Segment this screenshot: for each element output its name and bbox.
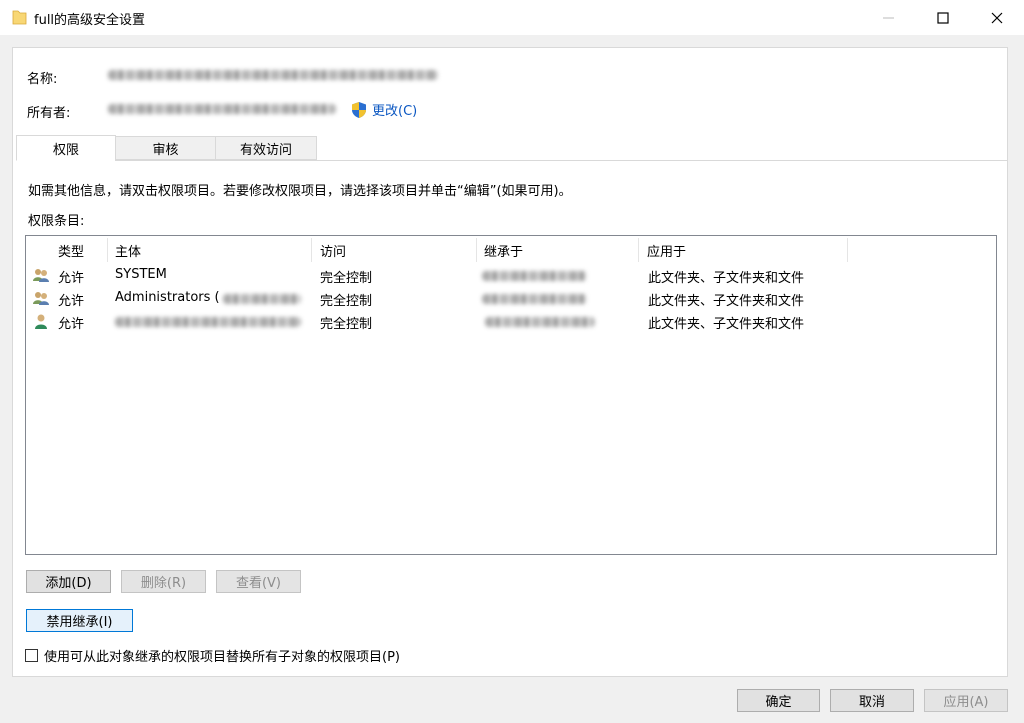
maximize-button[interactable] — [920, 0, 966, 35]
row-principal-blurred — [223, 294, 301, 304]
column-header-principal[interactable]: 主体 — [115, 238, 141, 262]
replace-child-permissions-option[interactable]: 使用可从此对象继承的权限项目替换所有子对象的权限项目(P) — [25, 646, 400, 665]
change-owner-link[interactable]: 更改(C) — [350, 100, 417, 119]
minimize-icon — [883, 17, 894, 18]
tab-divider — [115, 160, 1008, 161]
name-label: 名称: — [27, 72, 58, 87]
row-inherited-blurred — [482, 294, 587, 304]
ok-button[interactable]: 确定 — [737, 689, 820, 712]
replace-child-permissions-label: 使用可从此对象继承的权限项目替换所有子对象的权限项目(P) — [44, 650, 400, 665]
minimize-button[interactable] — [866, 0, 912, 35]
disable-inheritance-button[interactable]: 禁用继承(I) — [26, 609, 133, 632]
name-value-blurred — [108, 70, 438, 80]
replace-child-permissions-checkbox[interactable] — [25, 649, 38, 662]
row-inherited-blurred — [482, 271, 587, 281]
owner-value-blurred — [108, 104, 336, 114]
column-separator — [476, 238, 477, 262]
uac-shield-icon — [352, 101, 366, 118]
apply-button[interactable]: 应用(A) — [924, 689, 1008, 712]
permission-entries-list[interactable]: 类型 主体 访问 继承于 应用于 允许 SYSTEM 完全控制 此文件夹、子文件… — [25, 235, 997, 555]
row-applies-to: 此文件夹、子文件夹和文件 — [648, 294, 805, 309]
row-type: 允许 — [58, 271, 85, 286]
tab-auditing[interactable]: 审核 — [115, 136, 216, 160]
row-principal: Administrators ( — [115, 290, 220, 305]
table-row[interactable]: 允许 完全控制 此文件夹、子文件夹和文件 — [27, 310, 995, 333]
add-button[interactable]: 添加(D) — [26, 570, 111, 593]
close-button[interactable] — [974, 0, 1020, 35]
column-separator — [107, 238, 108, 262]
title-bar: full的高级安全设置 — [0, 0, 1024, 35]
column-header-applies-to[interactable]: 应用于 — [647, 238, 686, 262]
column-header-access[interactable]: 访问 — [320, 238, 346, 262]
group-users-icon — [33, 292, 49, 305]
change-owner-label: 更改(C) — [372, 104, 418, 119]
maximize-icon — [937, 11, 949, 24]
row-applies-to: 此文件夹、子文件夹和文件 — [648, 317, 805, 332]
folder-icon — [12, 10, 27, 25]
window-title: full的高级安全设置 — [34, 13, 146, 28]
row-access: 完全控制 — [320, 294, 373, 309]
row-principal-blurred — [115, 317, 301, 327]
row-applies-to: 此文件夹、子文件夹和文件 — [648, 271, 805, 286]
owner-label: 所有者: — [27, 106, 71, 121]
cancel-button[interactable]: 取消 — [830, 689, 914, 712]
column-separator — [311, 238, 312, 262]
tab-effective-access[interactable]: 有效访问 — [215, 136, 317, 160]
table-row[interactable]: 允许 Administrators ( 完全控制 此文件夹、子文件夹和文件 — [27, 287, 995, 310]
column-separator — [847, 238, 848, 262]
tab-permissions[interactable]: 权限 — [16, 135, 116, 161]
info-text: 如需其他信息，请双击权限项目。若要修改权限项目，请选择该项目并单击“编辑”(如果… — [28, 184, 572, 199]
entries-label: 权限条目: — [28, 214, 85, 229]
row-type: 允许 — [58, 317, 85, 332]
table-row[interactable]: 允许 SYSTEM 完全控制 此文件夹、子文件夹和文件 — [27, 264, 995, 287]
column-header-inherited-from[interactable]: 继承于 — [484, 238, 523, 262]
row-access: 完全控制 — [320, 317, 373, 332]
column-header-type[interactable]: 类型 — [58, 238, 84, 262]
close-icon — [991, 12, 1003, 23]
single-user-icon — [35, 314, 47, 329]
column-separator — [638, 238, 639, 262]
view-button[interactable]: 查看(V) — [216, 570, 301, 593]
row-access: 完全控制 — [320, 271, 373, 286]
row-inherited-blurred — [485, 317, 595, 327]
remove-button[interactable]: 删除(R) — [121, 570, 206, 593]
row-principal: SYSTEM — [115, 267, 167, 282]
row-type: 允许 — [58, 294, 85, 309]
group-users-icon — [33, 269, 49, 282]
